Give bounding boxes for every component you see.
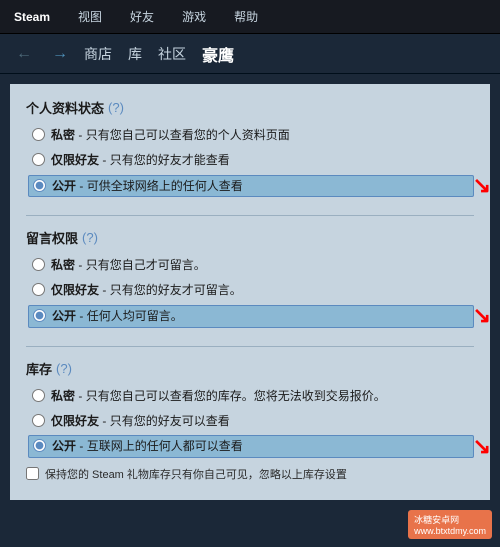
inventory-options: 私密 - 只有您自己可以查看您的库存。您将无法收到交易报价。 仅限好友 - 只有… <box>26 386 474 458</box>
menu-games[interactable]: 游戏 <box>176 4 212 29</box>
menu-friends[interactable]: 好友 <box>124 4 160 29</box>
profile-friends-option[interactable]: 仅限好友 - 只有您的好友才能查看 <box>28 150 474 171</box>
comment-public-label: 公开 - 任何人均可留言。 <box>52 308 183 325</box>
forward-button[interactable]: → <box>48 43 72 65</box>
menu-steam[interactable]: Steam <box>8 6 56 28</box>
profile-public-label: 公开 - 可供全球网络上的任何人查看 <box>52 178 243 195</box>
comment-public-option[interactable]: 公开 - 任何人均可留言。 ↘ <box>28 305 474 328</box>
inventory-public-option[interactable]: 公开 - 互联网上的任何人都可以查看 ↘ <box>28 435 474 458</box>
comment-permission-title: 留言权限 (?) <box>26 228 474 247</box>
gift-inventory-checkbox-label[interactable]: 保持您的 Steam 礼物库存只有你自己可见，忽略以上库存设置 <box>26 466 474 482</box>
comment-friends-option[interactable]: 仅限好友 - 只有您的好友才可留言。 <box>28 280 474 301</box>
comment-private-label: 私密 - 只有您自己才可留言。 <box>51 257 206 274</box>
menu-help[interactable]: 帮助 <box>228 4 264 29</box>
comment-permission-help[interactable]: (?) <box>82 230 98 245</box>
inventory-private-label: 私密 - 只有您自己可以查看您的库存。您将无法收到交易报价。 <box>51 388 386 405</box>
menu-view[interactable]: 视图 <box>72 4 108 29</box>
inventory-friends-label: 仅限好友 - 只有您的好友可以查看 <box>51 413 230 430</box>
profile-friends-label: 仅限好友 - 只有您的好友才能查看 <box>51 152 230 169</box>
profile-public-radio[interactable] <box>33 179 46 192</box>
profile-status-options: 私密 - 只有您自己可以查看您的个人资料页面 仅限好友 - 只有您的好友才能查看… <box>26 125 474 197</box>
nav-bar: ← → 商店 库 社区 豪鹰 <box>0 34 500 74</box>
gift-inventory-text: 保持您的 Steam 礼物库存只有你自己可见，忽略以上库存设置 <box>45 466 347 482</box>
inventory-label: 库存 <box>26 359 52 378</box>
inventory-section: 库存 (?) 私密 - 只有您自己可以查看您的库存。您将无法收到交易报价。 仅限… <box>26 359 474 482</box>
comment-permission-section: 留言权限 (?) 私密 - 只有您自己才可留言。 仅限好友 - 只有您的好友才可… <box>26 228 474 327</box>
profile-friends-radio[interactable] <box>32 153 45 166</box>
arrow-profile: ↘ <box>473 171 491 202</box>
comment-private-radio[interactable] <box>32 258 45 271</box>
profile-public-option[interactable]: 公开 - 可供全球网络上的任何人查看 ↘ <box>28 175 474 198</box>
inventory-friends-option[interactable]: 仅限好友 - 只有您的好友可以查看 <box>28 411 474 432</box>
profile-status-help[interactable]: (?) <box>108 100 124 115</box>
inventory-help[interactable]: (?) <box>56 361 72 376</box>
profile-status-title: 个人资料状态 (?) <box>26 98 474 117</box>
watermark-line2: www.btxtdmy.com <box>414 526 486 536</box>
content-wrapper: 个人资料状态 (?) 私密 - 只有您自己可以查看您的个人资料页面 仅限好友 -… <box>26 98 474 482</box>
back-button[interactable]: ← <box>12 43 36 65</box>
profile-private-label: 私密 - 只有您自己可以查看您的个人资料页面 <box>51 127 290 144</box>
comment-public-radio[interactable] <box>33 309 46 322</box>
menu-bar: Steam 视图 好友 游戏 帮助 <box>0 0 500 34</box>
profile-private-option[interactable]: 私密 - 只有您自己可以查看您的个人资料页面 <box>28 125 474 146</box>
divider-2 <box>26 346 474 347</box>
divider-1 <box>26 215 474 216</box>
comment-permission-label: 留言权限 <box>26 228 78 247</box>
inventory-public-label: 公开 - 互联网上的任何人都可以查看 <box>52 438 243 455</box>
arrow-comment: ↘ <box>473 301 491 332</box>
inventory-private-radio[interactable] <box>32 389 45 402</box>
comment-friends-radio[interactable] <box>32 283 45 296</box>
inventory-private-option[interactable]: 私密 - 只有您自己可以查看您的库存。您将无法收到交易报价。 <box>28 386 474 407</box>
profile-private-radio[interactable] <box>32 128 45 141</box>
username-title: 豪鹰 <box>202 42 234 66</box>
inventory-public-radio[interactable] <box>33 439 46 452</box>
gift-inventory-checkbox[interactable] <box>26 467 39 480</box>
watermark-line1: 冰糖安卓网 <box>414 513 486 526</box>
nav-community[interactable]: 社区 <box>158 44 186 64</box>
profile-status-section: 个人资料状态 (?) 私密 - 只有您自己可以查看您的个人资料页面 仅限好友 -… <box>26 98 474 197</box>
comment-private-option[interactable]: 私密 - 只有您自己才可留言。 <box>28 255 474 276</box>
nav-links: 商店 库 社区 <box>84 44 186 64</box>
nav-library[interactable]: 库 <box>128 44 142 64</box>
inventory-friends-radio[interactable] <box>32 414 45 427</box>
arrow-inventory: ↘ <box>473 431 491 462</box>
profile-status-label: 个人资料状态 <box>26 98 104 117</box>
nav-store[interactable]: 商店 <box>84 44 112 64</box>
inventory-title: 库存 (?) <box>26 359 474 378</box>
comment-friends-label: 仅限好友 - 只有您的好友才可留言。 <box>51 282 242 299</box>
watermark: 冰糖安卓网 www.btxtdmy.com <box>408 510 492 539</box>
settings-content: 个人资料状态 (?) 私密 - 只有您自己可以查看您的个人资料页面 仅限好友 -… <box>10 84 490 500</box>
comment-permission-options: 私密 - 只有您自己才可留言。 仅限好友 - 只有您的好友才可留言。 公开 - … <box>26 255 474 327</box>
